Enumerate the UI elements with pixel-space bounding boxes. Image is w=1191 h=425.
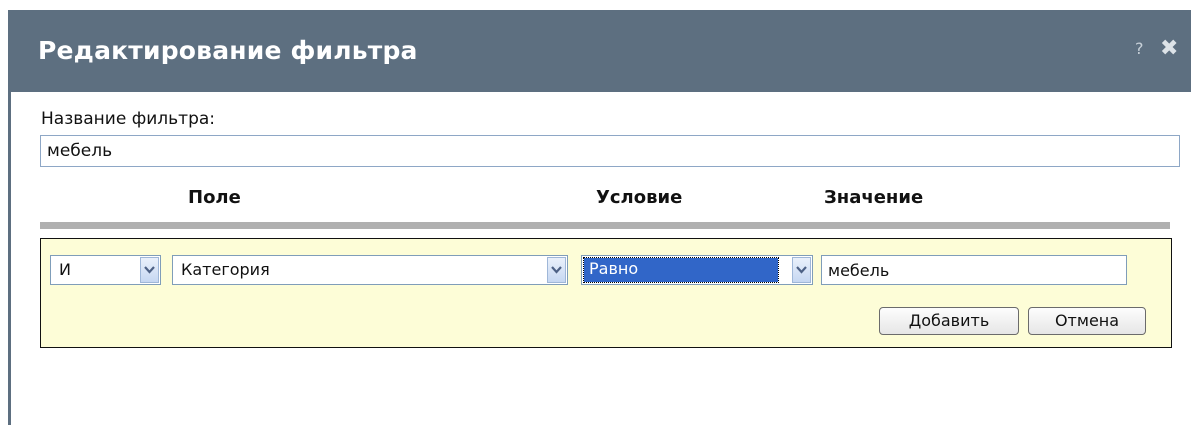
filter-edit-dialog: Редактирование фильтра ? ✖ Название филь… — [0, 0, 1191, 425]
filter-name-label: Название фильтра: — [41, 109, 216, 129]
chevron-down-icon[interactable] — [140, 257, 159, 283]
condition-select[interactable]: Равно — [581, 255, 813, 285]
condition-selected-highlight: Равно — [583, 257, 779, 283]
condition-select-value: Равно — [589, 259, 639, 278]
chevron-down-icon[interactable] — [792, 257, 811, 283]
help-icon[interactable]: ? — [1135, 39, 1144, 58]
dialog-titlebar: Редактирование фильтра ? ✖ — [8, 10, 1191, 92]
close-icon[interactable]: ✖ — [1160, 36, 1178, 61]
cancel-button[interactable]: Отмена — [1028, 307, 1146, 335]
dialog-title: Редактирование фильтра — [38, 36, 418, 65]
column-header-condition: Условие — [596, 187, 683, 208]
field-select-value: Категория — [181, 260, 270, 279]
filter-name-input[interactable] — [40, 135, 1180, 167]
filter-rule-row: И Категория Равно Добавить Отмена — [40, 238, 1172, 348]
add-button[interactable]: Добавить — [879, 307, 1019, 335]
logic-operator-value: И — [59, 260, 71, 279]
header-divider — [40, 222, 1170, 229]
chevron-down-icon[interactable] — [547, 257, 566, 283]
field-select[interactable]: Категория — [172, 255, 568, 285]
column-header-value: Значение — [824, 187, 924, 208]
logic-operator-select[interactable]: И — [50, 255, 161, 285]
value-input[interactable] — [821, 255, 1127, 285]
column-header-field: Поле — [188, 187, 241, 208]
